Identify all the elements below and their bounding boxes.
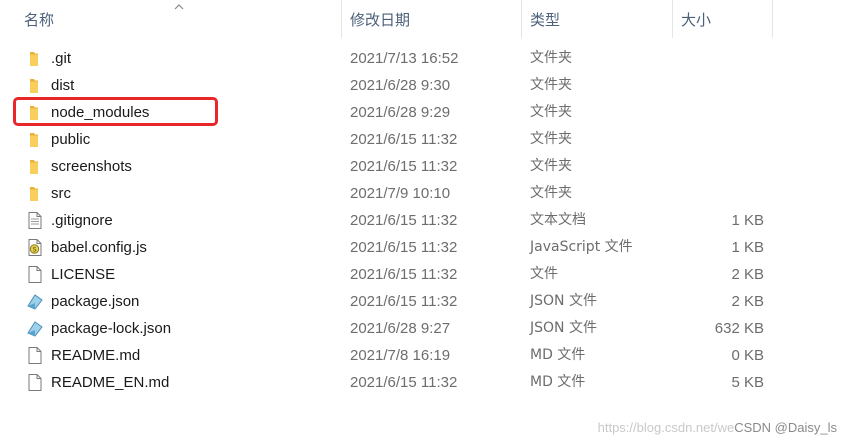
column-header: 名称 修改日期 类型 大小: [0, 0, 851, 40]
file-date: 2021/6/15 11:32: [350, 374, 458, 391]
file-name: README.md: [51, 347, 141, 364]
column-divider[interactable]: [521, 0, 522, 38]
file-type: JavaScript 文件: [530, 239, 633, 255]
file-type: 文件夹: [530, 50, 572, 66]
column-header-type[interactable]: 类型: [530, 0, 560, 40]
file-row[interactable]: dist 2021/6/28 9:30 文件夹: [0, 72, 851, 99]
folder-icon: [26, 49, 44, 68]
file-date: 2021/6/15 11:32: [350, 212, 458, 229]
column-header-date[interactable]: 修改日期: [350, 0, 410, 40]
file-name: .git: [51, 50, 72, 67]
file-name: public: [51, 131, 91, 148]
file-name: package-lock.json: [51, 320, 172, 337]
file-type: MD 文件: [530, 374, 586, 390]
watermark: https://blog.csdn.net/weCSDN @Daisy_ls: [598, 420, 837, 435]
json-file-icon: [26, 319, 44, 338]
folder-icon: [26, 76, 44, 95]
file-row[interactable]: screenshots 2021/6/15 11:32 文件夹: [0, 153, 851, 180]
file-type: 文件夹: [530, 77, 572, 93]
file-row[interactable]: package-lock.json 2021/6/28 9:27 JSON 文件 63…: [0, 315, 851, 342]
highlight-box: [13, 97, 218, 126]
file-date: 2021/6/15 11:32: [350, 266, 458, 283]
json-file-icon: [26, 292, 44, 311]
file-name: dist: [51, 77, 75, 94]
javascript-file-icon: S: [26, 238, 44, 257]
file-name: .gitignore: [51, 212, 113, 229]
blank-file-icon: [26, 373, 44, 392]
file-name: package.json: [51, 293, 140, 310]
file-row[interactable]: public 2021/6/15 11:32 文件夹: [0, 126, 851, 153]
file-date: 2021/6/15 11:32: [350, 239, 458, 256]
file-type: MD 文件: [530, 347, 586, 363]
file-date: 2021/7/9 10:10: [350, 185, 451, 202]
file-name: src: [51, 185, 71, 202]
file-size: 2 KB: [731, 293, 764, 310]
file-row[interactable]: Sbabel.config.js 2021/6/15 11:32 JavaScrip…: [0, 234, 851, 261]
folder-icon: [26, 157, 44, 176]
file-row[interactable]: .git 2021/7/13 16:52 文件夹: [0, 45, 851, 72]
file-type: JSON 文件: [530, 293, 597, 309]
file-size: 0 KB: [731, 347, 764, 364]
file-type: JSON 文件: [530, 320, 597, 336]
file-name: README_EN.md: [51, 374, 170, 391]
file-type: 文本文档: [530, 212, 586, 228]
column-divider[interactable]: [341, 0, 342, 38]
file-size: 632 KB: [714, 320, 764, 337]
file-date: 2021/6/28 9:29: [350, 104, 451, 121]
file-date: 2021/6/15 11:32: [350, 158, 458, 175]
file-row[interactable]: README.md 2021/7/8 16:19 MD 文件 0 KB: [0, 342, 851, 369]
file-date: 2021/7/13 16:52: [350, 50, 459, 67]
file-row[interactable]: README_EN.md 2021/6/15 11:32 MD 文件 5 KB: [0, 369, 851, 396]
file-type: 文件: [530, 266, 558, 282]
file-date: 2021/6/15 11:32: [350, 131, 458, 148]
file-name: LICENSE: [51, 266, 116, 283]
file-size: 1 KB: [731, 212, 764, 229]
file-size: 5 KB: [731, 374, 764, 391]
file-name: babel.config.js: [51, 239, 147, 256]
file-date: 2021/7/8 16:19: [350, 347, 451, 364]
file-type: 文件夹: [530, 104, 572, 120]
file-size: 1 KB: [731, 239, 764, 256]
file-row[interactable]: .gitignore 2021/6/15 11:32 文本文档 1 KB: [0, 207, 851, 234]
file-row[interactable]: src 2021/7/9 10:10 文件夹: [0, 180, 851, 207]
column-header-name[interactable]: 名称: [24, 0, 54, 40]
file-name: screenshots: [51, 158, 132, 175]
file-date: 2021/6/28 9:27: [350, 320, 451, 337]
svg-text:S: S: [33, 246, 37, 253]
file-type: 文件夹: [530, 131, 572, 147]
file-size: 2 KB: [731, 266, 764, 283]
file-date: 2021/6/28 9:30: [350, 77, 451, 94]
sort-ascending-icon: [174, 4, 184, 10]
file-row[interactable]: LICENSE 2021/6/15 11:32 文件 2 KB: [0, 261, 851, 288]
watermark-author: CSDN @Daisy_ls: [734, 420, 837, 435]
text-file-icon: [26, 211, 44, 230]
folder-icon: [26, 184, 44, 203]
file-type: 文件夹: [530, 158, 572, 174]
column-divider[interactable]: [772, 0, 773, 38]
column-divider[interactable]: [672, 0, 673, 38]
file-type: 文件夹: [530, 185, 572, 201]
folder-icon: [26, 130, 44, 149]
blank-file-icon: [26, 265, 44, 284]
blank-file-icon: [26, 346, 44, 365]
watermark-url: https://blog.csdn.net/we: [597, 420, 735, 435]
file-date: 2021/6/15 11:32: [350, 293, 458, 310]
column-header-size[interactable]: 大小: [681, 0, 711, 40]
file-row[interactable]: package.json 2021/6/15 11:32 JSON 文件 2 KB: [0, 288, 851, 315]
